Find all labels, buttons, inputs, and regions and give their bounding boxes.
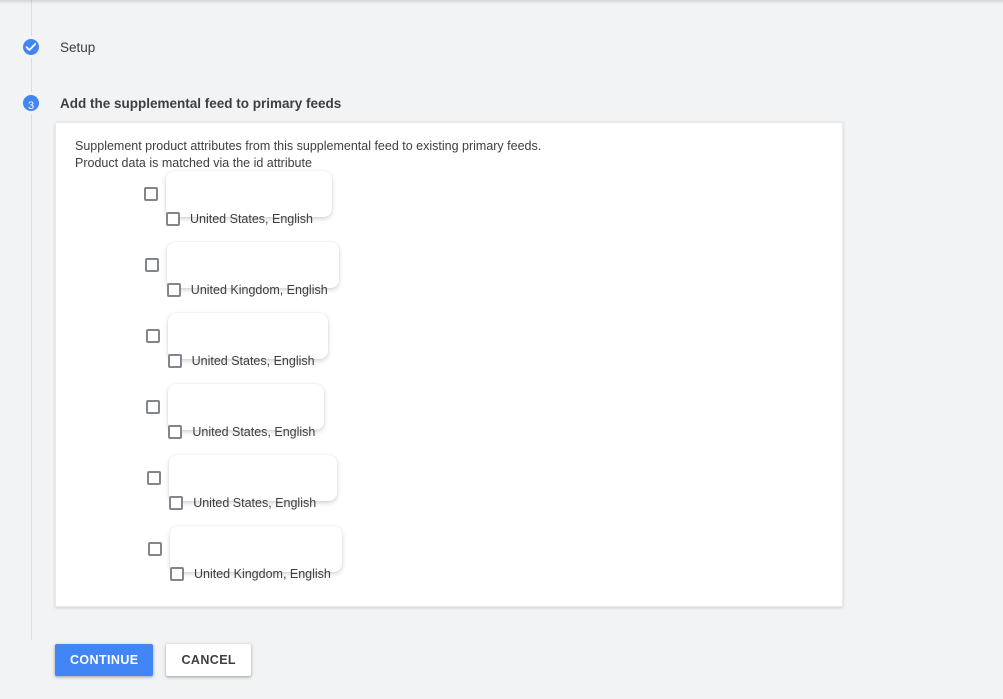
action-bar: CONTINUE CANCEL (55, 644, 251, 676)
feed-group: United Kingdom, English (56, 242, 842, 313)
primary-feed-row[interactable] (145, 313, 328, 359)
feed-locale-row[interactable]: United Kingdom, English (170, 567, 331, 581)
feed-name-placeholder (166, 171, 332, 217)
step-number-badge: 3 (20, 92, 42, 114)
primary-feed-row[interactable] (144, 242, 339, 288)
feed-locale-checkbox[interactable] (167, 354, 182, 368)
cancel-button[interactable]: CANCEL (166, 644, 251, 676)
feed-locale-row[interactable]: United States, English (167, 354, 315, 368)
feed-name-placeholder (170, 526, 342, 572)
primary-feed-checkbox[interactable] (144, 258, 159, 272)
stepper-step-setup-label: Setup (60, 39, 96, 55)
primary-feed-checkbox[interactable] (148, 542, 162, 556)
primary-feed-checkbox[interactable] (147, 471, 162, 485)
primary-feed-row[interactable] (144, 171, 332, 217)
card-description: Supplement product attributes from this … (75, 139, 542, 170)
feed-locale-row[interactable]: United States, English (168, 425, 315, 439)
primary-feed-checkbox[interactable] (144, 187, 158, 201)
primary-feed-row[interactable] (146, 384, 325, 430)
continue-button[interactable]: CONTINUE (55, 644, 154, 676)
feed-group: United States, English (56, 455, 842, 526)
feed-group: United States, English (56, 171, 842, 242)
feed-locale-label: United States, English (192, 425, 316, 439)
feed-locale-label: United States, English (193, 496, 317, 510)
feed-locale-checkbox[interactable] (168, 425, 183, 439)
feed-locale-label: United Kingdom, English (190, 283, 328, 297)
stepper-step-setup[interactable]: Setup (0, 36, 95, 58)
feed-locale-checkbox[interactable] (170, 567, 184, 581)
primary-feeds-card: Supplement product attributes from this … (55, 122, 843, 607)
feed-locale-label: United Kingdom, English (194, 567, 331, 581)
feed-locale-checkbox[interactable] (169, 496, 184, 510)
feed-locale-row[interactable]: United Kingdom, English (166, 283, 328, 297)
stepper-step-add-supplemental-label: Add the supplemental feed to primary fee… (60, 95, 342, 111)
primary-feed-row[interactable] (147, 455, 338, 501)
feed-name-placeholder (166, 242, 339, 288)
feed-name-placeholder (168, 384, 325, 430)
primary-feed-row[interactable] (148, 526, 342, 572)
feed-locale-row[interactable]: United States, English (169, 496, 316, 510)
top-bar-shadow (0, 0, 1003, 4)
primary-feed-checkbox[interactable] (146, 400, 161, 414)
feed-locale-checkbox[interactable] (166, 283, 181, 297)
stepper-step-add-supplemental[interactable]: 3 Add the supplemental feed to primary f… (0, 92, 341, 114)
feed-locale-label: United States, English (190, 212, 313, 226)
feed-locale-checkbox[interactable] (166, 212, 180, 226)
feed-locale-label: United States, English (191, 354, 315, 368)
feed-locale-row[interactable]: United States, English (166, 212, 313, 226)
feed-group: United States, English (56, 313, 842, 384)
feed-list: United States, English United Kingdom, En… (56, 171, 842, 597)
feed-name-placeholder (167, 313, 328, 359)
primary-feed-checkbox[interactable] (145, 329, 160, 343)
feed-group: United Kingdom, English (56, 526, 842, 597)
check-circle-icon (20, 36, 42, 58)
feed-group: United States, English (56, 384, 842, 455)
feed-name-placeholder (169, 455, 338, 501)
